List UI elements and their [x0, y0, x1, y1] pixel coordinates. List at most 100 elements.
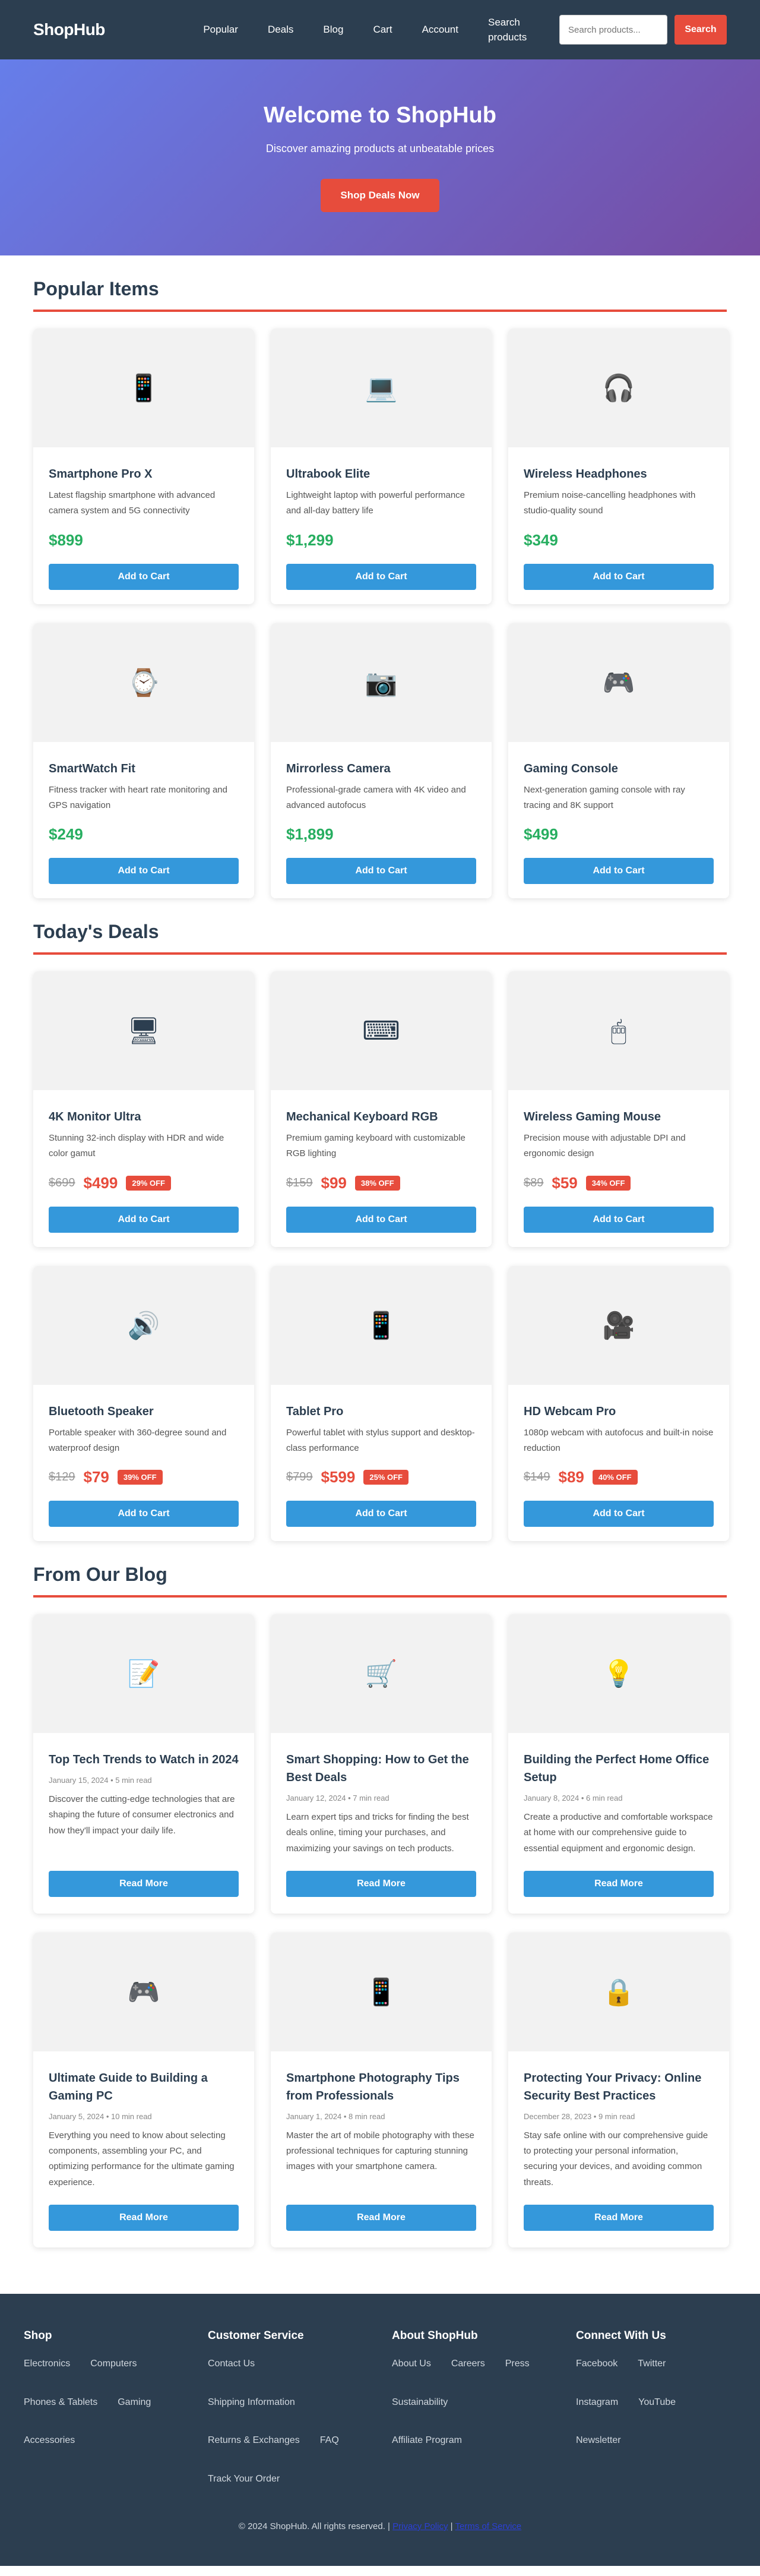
footer-link[interactable]: Returns & Exchanges — [208, 2435, 300, 2447]
footer-link[interactable]: Gaming — [118, 2397, 151, 2409]
footer-link[interactable]: About Us — [392, 2358, 431, 2370]
nav-link-search[interactable]: Search products — [488, 15, 530, 45]
footer-link[interactable]: Contact Us — [208, 2358, 255, 2370]
product-name: Smartphone Pro X — [49, 468, 153, 481]
add-to-cart-button[interactable]: Add to Cart — [49, 858, 239, 884]
original-price: $149 — [524, 1470, 550, 1483]
camera-icon: 📷 — [271, 623, 492, 742]
blog-card: 🎮 Ultimate Guide to Building a Gaming PC J… — [33, 1932, 254, 2247]
product-name: Wireless Gaming Mouse — [524, 1110, 661, 1123]
discount-badge: 38% OFF — [354, 1175, 400, 1191]
blog-post-title[interactable]: Smartphone Photography Tips from Profess… — [286, 2069, 476, 2105]
add-to-cart-button[interactable]: Add to Cart — [524, 563, 714, 590]
read-more-button[interactable]: Read More — [286, 1870, 476, 1897]
footer-link[interactable]: Twitter — [638, 2358, 666, 2370]
footer-link[interactable]: Press — [505, 2358, 530, 2370]
product-description: Lightweight laptop with powerful perform… — [286, 490, 466, 516]
footer-link[interactable]: Careers — [451, 2358, 485, 2370]
footer-link[interactable]: YouTube — [638, 2397, 676, 2409]
product-name: Tablet Pro — [286, 1404, 344, 1418]
footer-link[interactable]: Electronics — [24, 2358, 70, 2370]
product-price: $249 — [49, 825, 83, 843]
hero-banner: Welcome to ShopHub Discover amazing prod… — [0, 59, 760, 255]
discount-badge: 40% OFF — [592, 1470, 638, 1485]
add-to-cart-button[interactable]: Add to Cart — [524, 1501, 714, 1527]
footer-column-title: Shop — [24, 2329, 52, 2342]
blog-post-title[interactable]: Smart Shopping: How to Get the Best Deal… — [286, 1751, 476, 1786]
read-more-button[interactable]: Read More — [49, 2204, 239, 2231]
blog-post-title[interactable]: Building the Perfect Home Office Setup — [524, 1751, 714, 1786]
product-description: Professional-grade camera with 4K video … — [286, 784, 466, 810]
add-to-cart-button[interactable]: Add to Cart — [524, 1206, 714, 1233]
add-to-cart-button[interactable]: Add to Cart — [286, 1501, 476, 1527]
add-to-cart-button[interactable]: Add to Cart — [286, 1206, 476, 1233]
footer-link[interactable]: Accessories — [24, 2435, 75, 2447]
blog-post-title[interactable]: Ultimate Guide to Building a Gaming PC — [49, 2069, 239, 2105]
add-to-cart-button[interactable]: Add to Cart — [286, 563, 476, 590]
blog-post-title[interactable]: Protecting Your Privacy: Online Security… — [524, 2069, 714, 2105]
read-more-button[interactable]: Read More — [286, 2204, 476, 2231]
hero-title: Welcome to ShopHub — [264, 103, 496, 128]
product-name: SmartWatch Fit — [49, 762, 135, 775]
sale-price: $499 — [83, 1173, 118, 1192]
add-to-cart-button[interactable]: Add to Cart — [49, 1206, 239, 1233]
copyright-text: © 2024 ShopHub. All rights reserved. | — [238, 2521, 390, 2531]
terms-of-service-link[interactable]: Terms of Service — [455, 2521, 521, 2531]
sale-price: $89 — [558, 1468, 584, 1486]
footer-link[interactable]: Newsletter — [576, 2435, 621, 2447]
blog-post-meta: January 12, 2024 • 7 min read — [286, 1794, 390, 1802]
smartphone-icon: 📱 — [271, 1932, 492, 2051]
section-title-popular: Popular Items — [33, 255, 727, 312]
shop-deals-button[interactable]: Shop Deals Now — [321, 179, 439, 212]
blog-post-title[interactable]: Top Tech Trends to Watch in 2024 — [49, 1751, 239, 1769]
add-to-cart-button[interactable]: Add to Cart — [49, 563, 239, 590]
search-input[interactable] — [559, 15, 667, 45]
price-row: $89 $59 34% OFF — [524, 1174, 714, 1192]
price-row: $699 $499 29% OFF — [49, 1174, 239, 1192]
footer-column: Connect With Us Facebook Twitter Instagram Y… — [576, 2329, 736, 2512]
product-description: Premium noise-cancelling headphones with… — [524, 490, 696, 516]
monitor-icon: 🖥 — [33, 971, 254, 1090]
product-card: 🎧 Wireless Headphones Premium noise-cancel… — [508, 329, 729, 604]
read-more-button[interactable]: Read More — [524, 1870, 714, 1897]
footer-link[interactable]: Instagram — [576, 2397, 618, 2409]
original-price: $159 — [286, 1176, 313, 1189]
section-title-blog: From Our Blog — [33, 1541, 727, 1598]
footer-column-title: Connect With Us — [576, 2329, 666, 2342]
nav-link-cart[interactable]: Cart — [373, 22, 392, 37]
footer-link[interactable]: Facebook — [576, 2358, 618, 2370]
nav-link-account[interactable]: Account — [422, 22, 458, 37]
footer-link[interactable]: Phones & Tablets — [24, 2397, 97, 2409]
privacy-policy-link[interactable]: Privacy Policy — [392, 2521, 448, 2531]
blog-card: 🛒 Smart Shopping: How to Get the Best Dea… — [271, 1614, 492, 1914]
product-description: Portable speaker with 360-degree sound a… — [49, 1427, 227, 1453]
footer-link[interactable]: Computers — [90, 2358, 137, 2370]
footer-link[interactable]: Sustainability — [392, 2397, 448, 2409]
blog-card: 🔒 Protecting Your Privacy: Online Securit… — [508, 1932, 729, 2247]
card-body: Mechanical Keyboard RGB Premium gaming ke… — [271, 1090, 492, 1247]
footer-link[interactable]: Track Your Order — [208, 2473, 280, 2486]
blog-post-meta: December 28, 2023 • 9 min read — [524, 2111, 635, 2121]
add-to-cart-button[interactable]: Add to Cart — [524, 858, 714, 884]
footer-link[interactable]: Shipping Information — [208, 2397, 295, 2409]
card-body: Gaming Console Next-generation gaming con… — [508, 742, 729, 899]
read-more-button[interactable]: Read More — [524, 2204, 714, 2231]
product-card: 📷 Mirrorless Camera Professional-grade cam… — [271, 623, 492, 898]
add-to-cart-button[interactable]: Add to Cart — [286, 858, 476, 884]
product-name: Mirrorless Camera — [286, 762, 391, 775]
blog-post-excerpt: Everything you need to know about select… — [49, 2130, 235, 2187]
logo[interactable]: ShopHub — [33, 20, 105, 39]
deals-section: Today's Deals 🖥 4K Monitor Ultra Stunning … — [0, 898, 760, 1541]
card-body: Ultrabook Elite Lightweight laptop with p… — [271, 447, 492, 604]
deal-card: 📱 Tablet Pro Powerful tablet with stylus s… — [271, 1265, 492, 1541]
nav-link-blog[interactable]: Blog — [323, 22, 343, 37]
sale-price: $59 — [552, 1173, 578, 1192]
nav-link-popular[interactable]: Popular — [203, 22, 238, 37]
search-button[interactable]: Search — [674, 15, 727, 45]
nav-link-deals[interactable]: Deals — [268, 22, 293, 37]
add-to-cart-button[interactable]: Add to Cart — [49, 1501, 239, 1527]
read-more-button[interactable]: Read More — [49, 1870, 239, 1897]
footer-link[interactable]: Affiliate Program — [392, 2435, 462, 2447]
footer-link[interactable]: FAQ — [320, 2435, 339, 2447]
